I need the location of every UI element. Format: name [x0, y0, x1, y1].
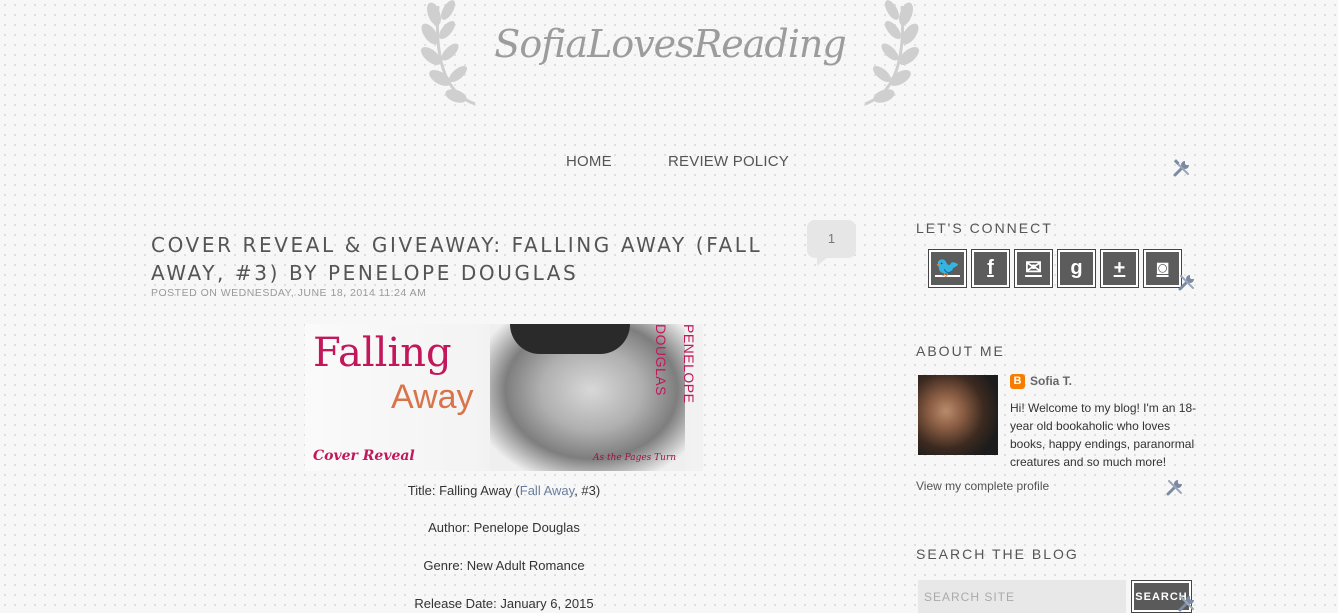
- nav-review-policy[interactable]: REVIEW POLICY: [668, 153, 789, 170]
- edit-tools-icon[interactable]: [1172, 158, 1192, 178]
- view-profile-link[interactable]: View my complete profile: [916, 479, 1049, 493]
- book-genre-line: Genre: New Adult Romance: [423, 558, 585, 573]
- banner-cover-reveal-text: Cover Reveal: [313, 448, 415, 464]
- edit-tools-icon[interactable]: [1177, 593, 1197, 613]
- avatar[interactable]: [918, 375, 998, 455]
- laurel-right-icon: [864, 0, 919, 106]
- banner-photo-hair: [510, 324, 630, 354]
- blogger-icon: B: [1010, 374, 1025, 389]
- edit-tools-icon[interactable]: [1177, 272, 1197, 292]
- search-input[interactable]: [918, 580, 1126, 613]
- post-title[interactable]: COVER REVEAL & GIVEAWAY: FALLING AWAY (F…: [151, 231, 791, 287]
- nav-home[interactable]: HOME: [566, 153, 612, 170]
- series-link[interactable]: Fall Away: [520, 483, 574, 498]
- book-title-line: Title: Falling Away (Fall Away, #3): [407, 483, 601, 498]
- comment-count-bubble[interactable]: 1: [807, 220, 856, 266]
- post-meta-prefix: POSTED ON: [151, 287, 218, 299]
- blog-header: SofiaLovesReading: [0, 0, 1338, 120]
- twitter-icon[interactable]: 🐦: [928, 249, 967, 288]
- banner-credit: As the Pages Turn: [593, 453, 677, 463]
- facebook-icon[interactable]: f: [971, 249, 1010, 288]
- banner-title-line1: Falling: [313, 330, 452, 376]
- post-meta: POSTED ON WEDNESDAY, JUNE 18, 2014 11:24…: [151, 287, 426, 299]
- post-date[interactable]: WEDNESDAY, JUNE 18, 2014 11:24 AM: [221, 287, 427, 299]
- cover-reveal-banner[interactable]: Falling Away Cover Reveal As the Pages T…: [305, 324, 703, 471]
- connect-widget-title: LET'S CONNECT: [916, 220, 1053, 236]
- google-plus-icon[interactable]: +: [1100, 249, 1139, 288]
- profile-about-text: Hi! Welcome to my blog! I'm an 18-year o…: [1010, 401, 1197, 469]
- main-nav: HOME REVIEW POLICY: [0, 153, 1338, 173]
- email-icon[interactable]: ✉: [1014, 249, 1053, 288]
- book-author-line: Author: Penelope Douglas: [428, 520, 580, 535]
- banner-title-line2: Away: [391, 378, 474, 416]
- profile-name[interactable]: Sofia T.: [1030, 374, 1072, 388]
- goodreads-icon[interactable]: g: [1057, 249, 1096, 288]
- search-widget-title: SEARCH THE BLOG: [916, 546, 1079, 562]
- edit-tools-icon[interactable]: [1165, 477, 1185, 497]
- book-release-line: Release Date: January 6, 2015: [414, 596, 594, 611]
- site-title[interactable]: SofiaLovesReading: [480, 22, 860, 66]
- banner-author: PENELOPE DOUGLAS: [653, 324, 697, 404]
- about-widget-title: ABOUT ME: [916, 343, 1005, 359]
